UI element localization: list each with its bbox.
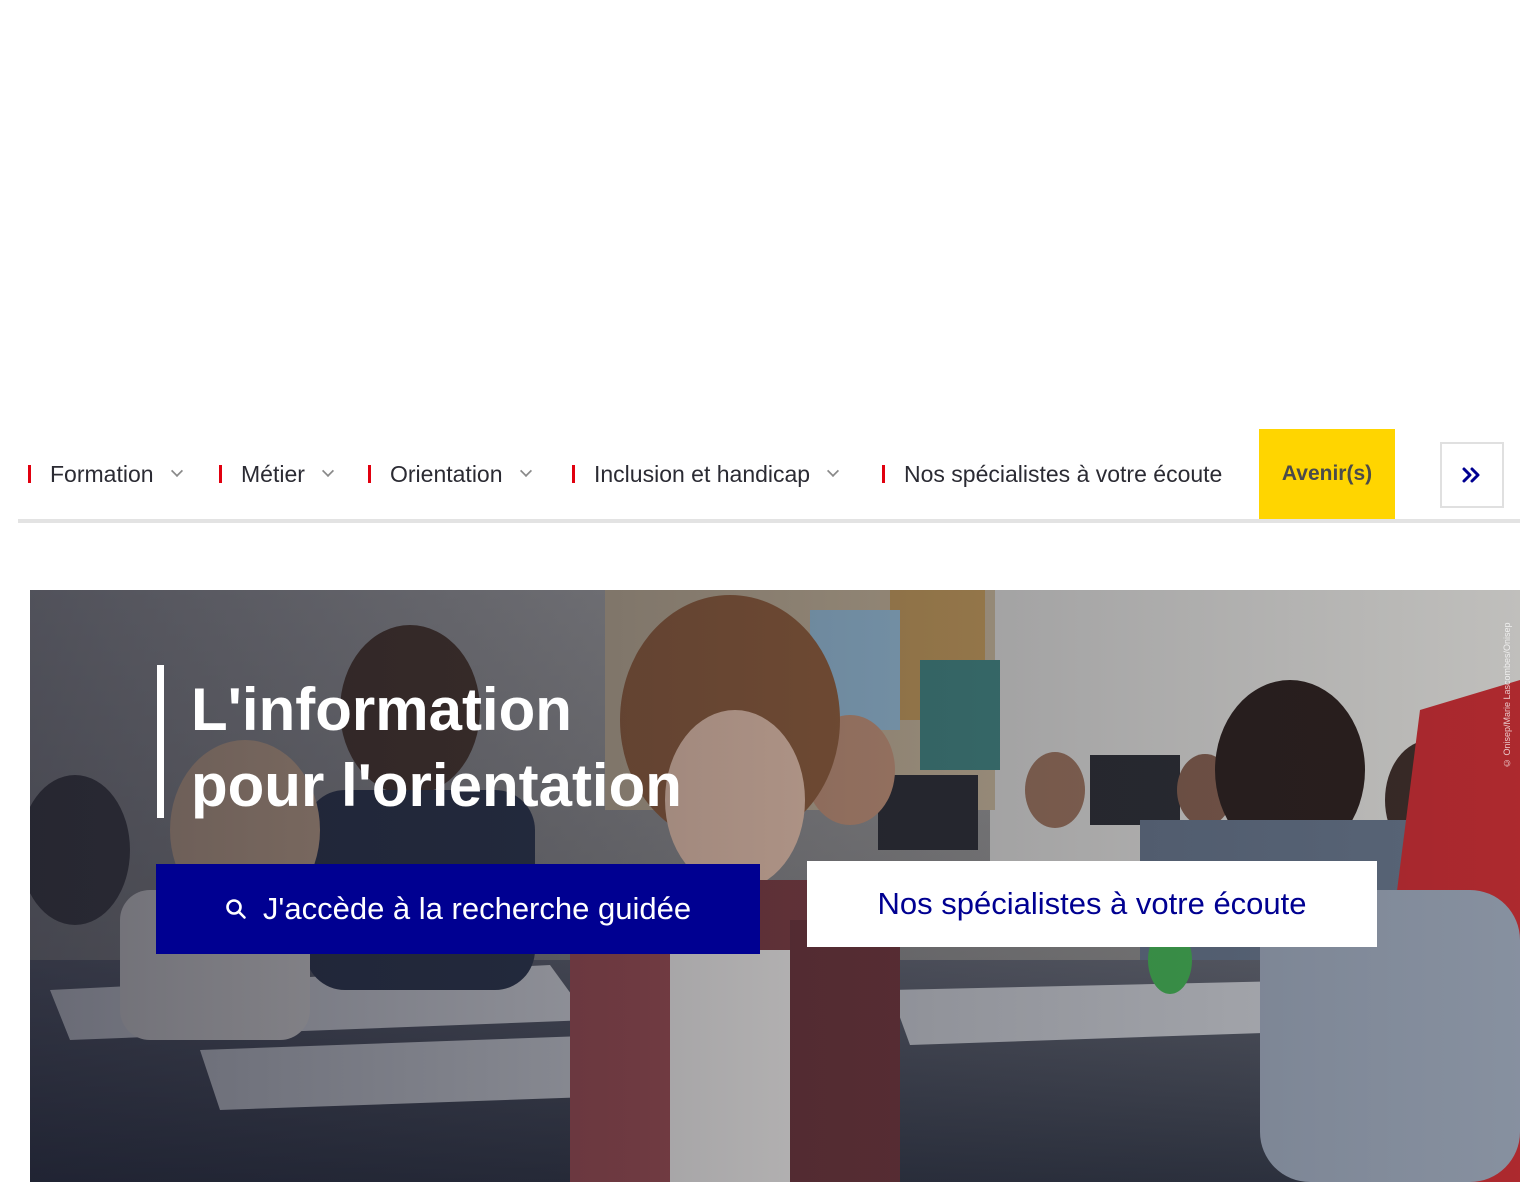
search-icon (225, 898, 247, 920)
nav-more-button[interactable] (1440, 442, 1504, 508)
chevron-down-icon (170, 464, 183, 478)
nav-item-specialistes[interactable]: Nos spécialistes à votre écoute (882, 429, 1222, 519)
chevron-down-icon (519, 464, 532, 478)
nav-divider (219, 465, 222, 483)
nav-item-label: Inclusion et handicap (594, 460, 811, 487)
hero-title-accent (157, 665, 164, 818)
nav-item-label: Formation (50, 460, 154, 487)
hero-title: L'information pour l'orientation (191, 672, 891, 824)
specialists-button[interactable]: Nos spécialistes à votre écoute (807, 861, 1377, 947)
guided-search-button-label: J'accède à la recherche guidée (262, 891, 692, 926)
specialists-button-label: Nos spécialistes à votre écoute (877, 886, 1307, 921)
guided-search-button[interactable]: J'accède à la recherche guidée (156, 864, 760, 954)
nav-divider (572, 465, 575, 483)
nav-item-inclusion-handicap[interactable]: Inclusion et handicap (572, 429, 840, 519)
chevron-down-icon (321, 464, 334, 478)
hero-title-line-1: L'information (191, 676, 572, 743)
nav-item-label: Avenir(s) (1281, 462, 1373, 485)
nav-divider (368, 465, 371, 483)
hero-title-line-2: pour l'orientation (191, 752, 682, 819)
nav-item-metier[interactable]: Métier (219, 429, 334, 519)
nav-divider (28, 465, 31, 483)
hero-banner: © Onisep/Marie Lascombes/Onisep L'inform… (30, 590, 1520, 1182)
nav-divider (882, 465, 885, 483)
chevron-down-icon (827, 464, 840, 478)
nav-item-label: Métier (241, 460, 305, 487)
nav-item-label: Orientation (390, 460, 503, 487)
nav-item-orientation[interactable]: Orientation (368, 429, 532, 519)
page: Formation Métier Orientation Inclusion e… (0, 0, 1520, 1182)
nav-item-label: Nos spécialistes à votre écoute (904, 460, 1223, 487)
photo-credit: © Onisep/Marie Lascombes/Onisep (1502, 622, 1512, 768)
nav-item-formation[interactable]: Formation (28, 429, 183, 519)
double-chevron-right-icon (1462, 467, 1480, 483)
main-navigation: Formation Métier Orientation Inclusion e… (18, 429, 1520, 523)
nav-item-avenirs[interactable]: Avenir(s) (1259, 429, 1395, 519)
